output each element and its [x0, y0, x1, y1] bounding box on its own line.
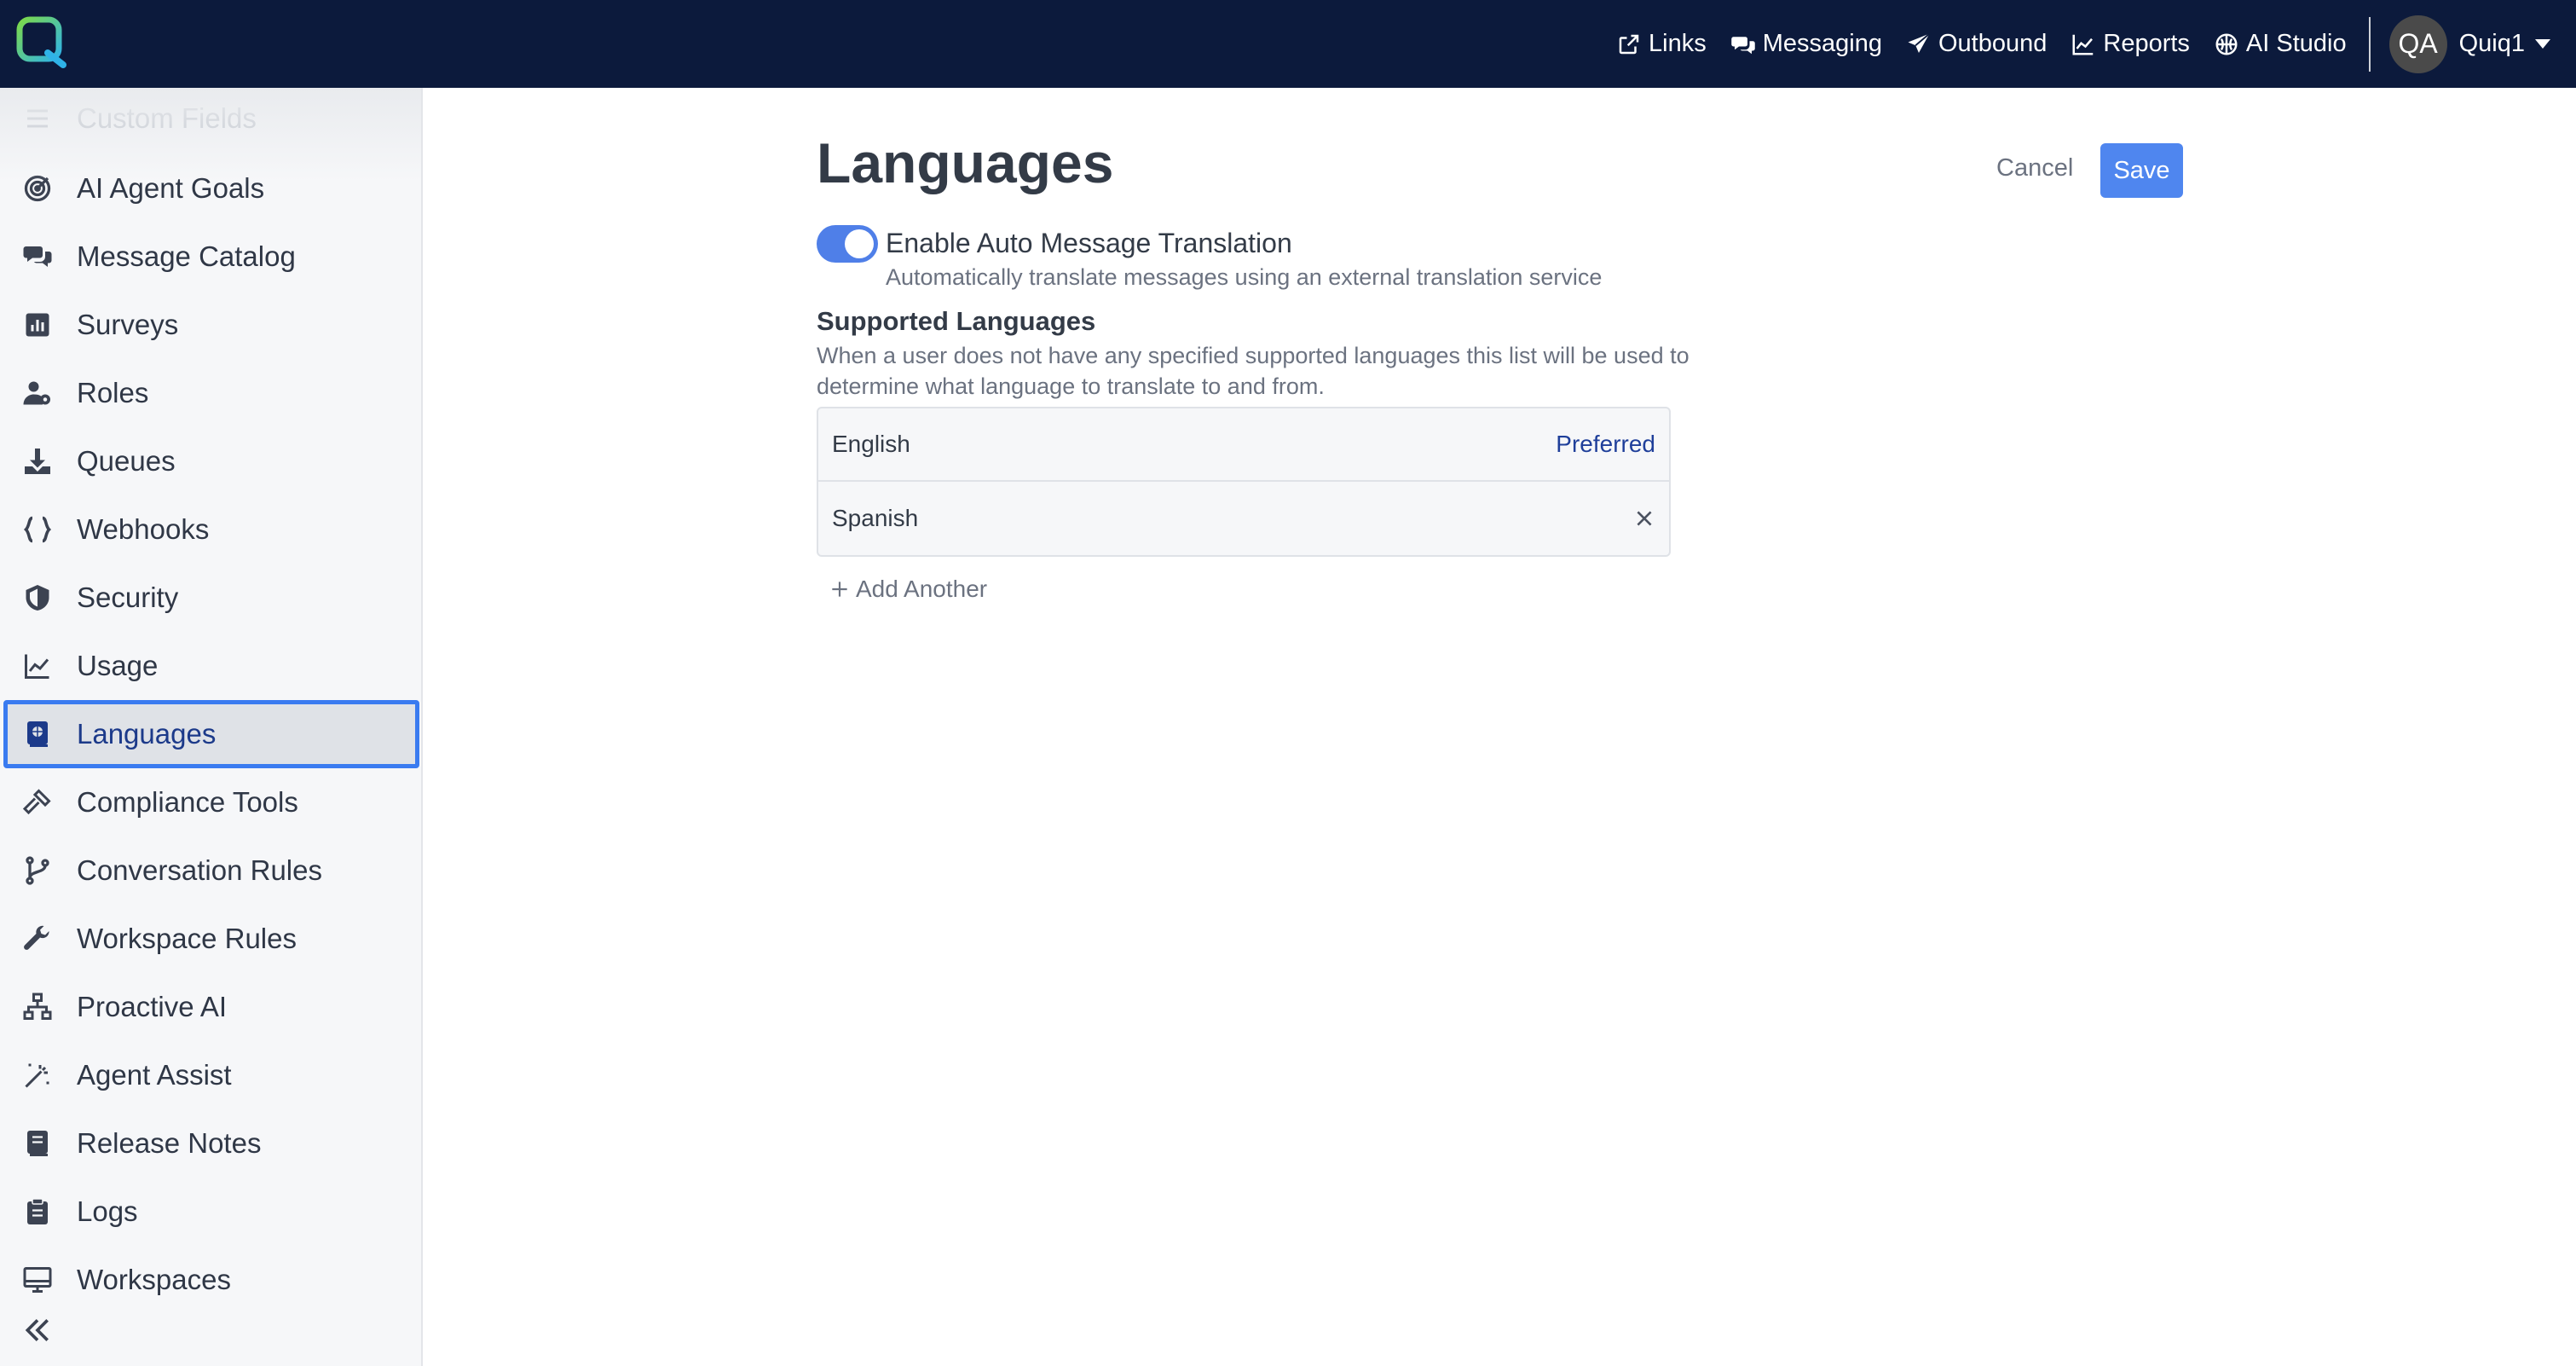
add-another-button[interactable]: Add Another: [829, 576, 987, 603]
comments-icon: [1730, 36, 1755, 54]
sidebar-item-label: Queues: [77, 445, 176, 477]
sidebar-item-custom-fields[interactable]: Custom Fields: [3, 84, 419, 153]
nav-ai-studio-label: AI Studio: [2245, 30, 2347, 57]
wrench-icon: [20, 922, 55, 956]
line-chart-icon: [20, 649, 55, 683]
supported-languages-title: Supported Languages: [817, 306, 1096, 336]
sidebar-item-label: Workspaces: [77, 1264, 231, 1295]
language-row[interactable]: Spanish: [818, 482, 1669, 555]
sidebar-item-label: AI Agent Goals: [77, 172, 265, 204]
nav-messaging[interactable]: Messaging: [1730, 30, 1882, 58]
sidebar-item-label: Proactive AI: [77, 991, 228, 1022]
main-content: Languages Cancel Save Enable Auto Messag…: [423, 88, 2576, 1366]
nav-outbound-label: Outbound: [1938, 30, 2048, 57]
save-button[interactable]: Save: [2100, 143, 2183, 198]
toggle-knob: [845, 229, 874, 258]
avatar[interactable]: QA: [2388, 14, 2447, 73]
language-row[interactable]: English Preferred: [818, 408, 1669, 482]
preferred-badge: Preferred: [1556, 431, 1655, 457]
close-icon[interactable]: [1633, 507, 1655, 530]
nav-ai-studio[interactable]: AI Studio: [2214, 30, 2347, 58]
sidebar-item-languages[interactable]: Languages: [3, 700, 419, 768]
sidebar-item-message-catalog[interactable]: Message Catalog: [3, 223, 419, 291]
nav-links[interactable]: Links: [1616, 30, 1707, 58]
book-icon: [20, 1126, 55, 1161]
line-chart-icon: [2072, 34, 2094, 55]
sidebar-item-label: Security: [77, 582, 179, 613]
sidebar-item-label: Logs: [77, 1195, 138, 1227]
sidebar-item-webhooks[interactable]: Webhooks: [3, 495, 419, 564]
sidebar-item-label: Usage: [77, 650, 159, 681]
nav-outbound[interactable]: Outbound: [1906, 30, 2047, 58]
sidebar-item-ai-agent-goals[interactable]: AI Agent Goals: [3, 154, 419, 223]
sidebar-item-label: Message Catalog: [77, 240, 296, 272]
sidebar-item-label: Compliance Tools: [77, 786, 298, 818]
gavel-icon: [20, 785, 55, 819]
chart-bar-icon: [20, 308, 55, 342]
page-title: Languages: [817, 131, 1114, 194]
top-nav: Links Messaging Outbound Reports AI Stud…: [1592, 0, 2576, 88]
settings-sidebar: Custom Fields AI Agent Goals Message Cat…: [0, 88, 423, 1366]
language-list: English Preferred Spanish: [817, 407, 1671, 557]
sidebar-item-queues[interactable]: Queues: [3, 427, 419, 495]
add-another-label: Add Another: [856, 576, 988, 602]
caret-down-icon[interactable]: [2535, 39, 2550, 49]
sidebar-item-label: Agent Assist: [77, 1059, 232, 1091]
top-navigation-bar: Links Messaging Outbound Reports AI Stud…: [0, 0, 2576, 88]
external-link-icon: [1619, 34, 1639, 54]
language-name: English: [832, 431, 910, 457]
collapse-sidebar-icon[interactable]: [20, 1313, 55, 1347]
magic-wand-icon: [20, 1058, 55, 1092]
sidebar-item-label: Roles: [77, 377, 149, 408]
sidebar-item-surveys[interactable]: Surveys: [3, 291, 419, 359]
sidebar-item-security[interactable]: Security: [3, 564, 419, 632]
sidebar-item-label: Conversation Rules: [77, 854, 322, 886]
sidebar-item-label: Release Notes: [77, 1127, 262, 1159]
plus-icon: [832, 582, 847, 597]
sidebar-item-label: Languages: [77, 718, 217, 750]
language-book-icon: [20, 717, 55, 751]
sidebar-item-label: Surveys: [77, 309, 179, 340]
language-name: Spanish: [832, 505, 919, 531]
cancel-button[interactable]: Cancel: [1996, 154, 2073, 182]
sidebar-item-release-notes[interactable]: Release Notes: [3, 1109, 419, 1178]
sidebar-item-compliance-tools[interactable]: Compliance Tools: [3, 768, 419, 836]
sitemap-icon: [20, 990, 55, 1024]
nav-reports[interactable]: Reports: [2071, 30, 2190, 58]
sidebar-item-logs[interactable]: Logs: [3, 1178, 419, 1246]
target-icon: [20, 171, 55, 205]
comments-icon: [20, 240, 55, 274]
braces-icon: [20, 512, 55, 547]
paper-plane-icon: [1908, 32, 1931, 53]
auto-translation-toggle[interactable]: [817, 225, 878, 263]
list-icon: [20, 101, 55, 136]
sidebar-item-roles[interactable]: Roles: [3, 359, 419, 427]
nav-reports-label: Reports: [2103, 30, 2190, 57]
sidebar-item-proactive-ai[interactable]: Proactive AI: [3, 973, 419, 1041]
monitor-icon: [20, 1263, 55, 1297]
sidebar-item-label: Workspace Rules: [77, 923, 297, 954]
supported-languages-description: When a user does not have any specified …: [817, 343, 1689, 399]
nav-divider: [2368, 16, 2371, 72]
sidebar-item-conversation-rules[interactable]: Conversation Rules: [3, 836, 419, 905]
toggle-help-text: Automatically translate messages using a…: [886, 264, 1603, 290]
user-menu-name[interactable]: Quiq1: [2459, 30, 2525, 58]
brain-icon: [2215, 33, 2238, 55]
shield-icon: [20, 581, 55, 615]
nav-links-label: Links: [1649, 30, 1707, 57]
toggle-label: Enable Auto Message Translation: [886, 228, 1292, 258]
user-gear-icon: [20, 376, 55, 410]
nav-messaging-label: Messaging: [1762, 30, 1882, 57]
sidebar-item-label: Custom Fields: [77, 102, 257, 134]
download-icon: [20, 444, 55, 478]
sidebar-item-workspaces[interactable]: Workspaces: [3, 1246, 419, 1314]
branch-icon: [20, 854, 55, 888]
sidebar-item-workspace-rules[interactable]: Workspace Rules: [3, 905, 419, 973]
clipboard-icon: [20, 1195, 55, 1229]
quiq-logo-icon[interactable]: [15, 15, 68, 68]
sidebar-item-agent-assist[interactable]: Agent Assist: [3, 1041, 419, 1109]
sidebar-item-label: Webhooks: [77, 513, 210, 545]
sidebar-item-usage[interactable]: Usage: [3, 632, 419, 700]
